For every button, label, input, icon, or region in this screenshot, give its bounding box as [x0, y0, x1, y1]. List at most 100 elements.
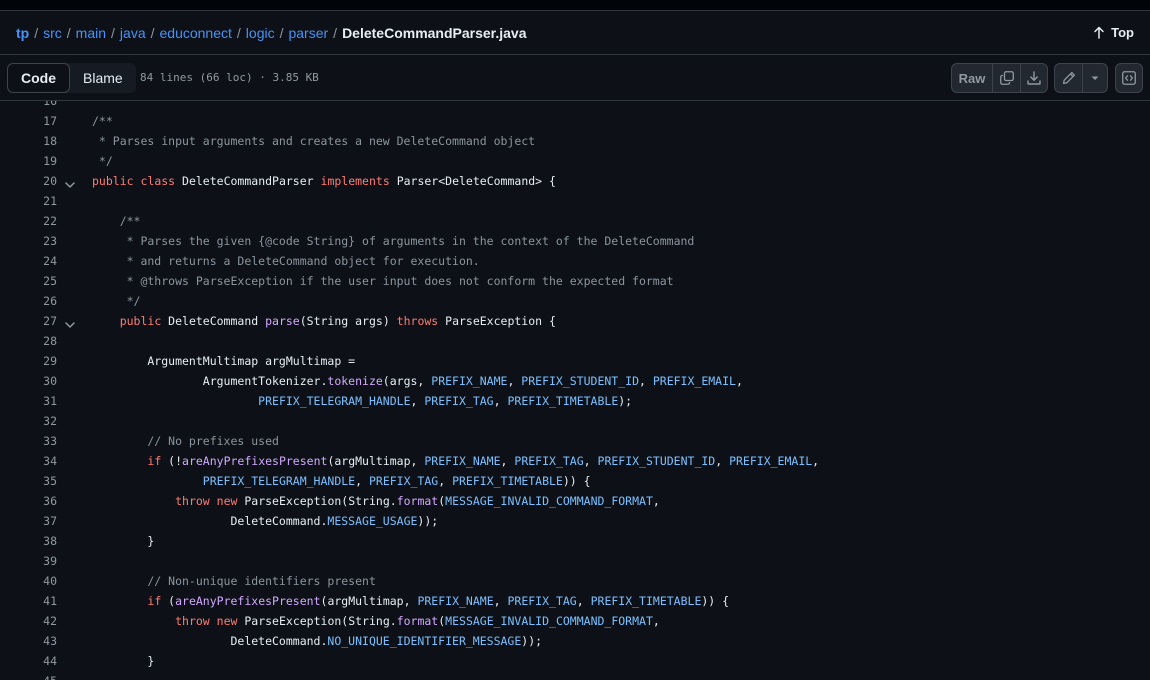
code-line: 39: [0, 551, 1150, 571]
edit-options-button[interactable]: [1082, 64, 1107, 92]
line-number[interactable]: 17: [0, 111, 57, 131]
breadcrumb-separator: /: [236, 25, 241, 41]
line-number[interactable]: 38: [0, 531, 57, 551]
line-number[interactable]: 20: [0, 171, 57, 191]
line-number[interactable]: 35: [0, 471, 57, 491]
code-text: // Non-unique identifiers present: [92, 574, 376, 588]
line-number[interactable]: 40: [0, 571, 57, 591]
code-line: 41 if (areAnyPrefixesPresent(argMultimap…: [0, 591, 1150, 611]
code-line: 29 ArgumentMultimap argMultimap =: [0, 351, 1150, 371]
line-number[interactable]: 42: [0, 611, 57, 631]
line-number[interactable]: 29: [0, 351, 57, 371]
breadcrumb-link-java[interactable]: java: [120, 25, 146, 41]
code-line: 16: [0, 101, 1150, 111]
line-number[interactable]: 34: [0, 451, 57, 471]
breadcrumb-link-repo[interactable]: tp: [16, 25, 29, 41]
breadcrumb-separator: /: [34, 25, 39, 41]
symbols-group: [1115, 63, 1143, 93]
top-button[interactable]: Top: [1093, 25, 1134, 40]
line-number[interactable]: 44: [0, 651, 57, 671]
line-number[interactable]: 26: [0, 291, 57, 311]
pencil-icon: [1062, 71, 1075, 85]
app-header-strip: [0, 0, 1150, 11]
code-line: 17 /**: [0, 111, 1150, 131]
code-line: 32: [0, 411, 1150, 431]
code-text: */: [92, 154, 113, 168]
code-text: */: [92, 294, 141, 308]
top-button-label: Top: [1111, 25, 1134, 40]
code-text: DeleteCommand.MESSAGE_USAGE));: [92, 514, 439, 528]
file-path-bar: tp / src / main / java / educonnect / logic / parser…: [0, 11, 1150, 55]
code-text: ArgumentMultimap argMultimap =: [92, 354, 356, 368]
code-line: 37 DeleteCommand.MESSAGE_USAGE));: [0, 511, 1150, 531]
line-number[interactable]: 23: [0, 231, 57, 251]
tab-code[interactable]: Code: [7, 63, 70, 93]
breadcrumb-link-parser[interactable]: parser: [288, 25, 328, 41]
code-text: * and returns a DeleteCommand object for…: [92, 254, 480, 268]
line-number[interactable]: 25: [0, 271, 57, 291]
code-text: /**: [92, 114, 113, 128]
raw-button[interactable]: Raw: [952, 64, 992, 92]
breadcrumb-separator: /: [279, 25, 284, 41]
code-text: // No prefixes used: [92, 434, 279, 448]
line-number[interactable]: 37: [0, 511, 57, 531]
view-switcher: Code Blame: [7, 63, 136, 93]
breadcrumb-link-educonnect[interactable]: educonnect: [160, 25, 232, 41]
line-number[interactable]: 36: [0, 491, 57, 511]
line-number[interactable]: 22: [0, 211, 57, 231]
breadcrumb-separator: /: [150, 25, 155, 41]
code-line: 23 * Parses the given {@code String} of …: [0, 231, 1150, 251]
code-line: 21: [0, 191, 1150, 211]
code-line: 30 ArgumentTokenizer.tokenize(args, PREF…: [0, 371, 1150, 391]
line-number[interactable]: 18: [0, 131, 57, 151]
code-line: 34 if (!areAnyPrefixesPresent(argMultima…: [0, 451, 1150, 471]
code-line: 31 PREFIX_TELEGRAM_HANDLE, PREFIX_TAG, P…: [0, 391, 1150, 411]
code-text: }: [92, 534, 155, 548]
breadcrumb-link-src[interactable]: src: [43, 25, 62, 41]
code-text: }: [92, 654, 155, 668]
breadcrumb-separator: /: [111, 25, 115, 41]
code-line: 19 */: [0, 151, 1150, 171]
line-number[interactable]: 45: [0, 671, 57, 680]
symbols-panel-button[interactable]: [1116, 64, 1142, 92]
line-number[interactable]: 16: [0, 101, 57, 111]
code-text: * Parses input arguments and creates a n…: [92, 134, 536, 148]
code-line: 36 throw new ParseException(String.forma…: [0, 491, 1150, 511]
file-toolbar: Code Blame 84 lines (66 loc) · 3.85 KB R…: [0, 56, 1150, 101]
code-text: * Parses the given {@code String} of arg…: [92, 234, 695, 248]
line-number[interactable]: 30: [0, 371, 57, 391]
line-number[interactable]: 27: [0, 311, 57, 331]
line-number[interactable]: 19: [0, 151, 57, 171]
line-number[interactable]: 43: [0, 631, 57, 651]
code-text: DeleteCommand.NO_UNIQUE_IDENTIFIER_MESSA…: [92, 634, 543, 648]
code-view[interactable]: 16 17 /** 18 * Parses input arguments and c…: [0, 101, 1150, 680]
code-line: 26 */: [0, 291, 1150, 311]
line-number[interactable]: 28: [0, 331, 57, 351]
code-text: PREFIX_TELEGRAM_HANDLE, PREFIX_TAG, PREF…: [258, 394, 633, 408]
code-text: ArgumentTokenizer.tokenize(args, PREFIX_…: [92, 374, 743, 388]
code-line: 44 }: [0, 651, 1150, 671]
code-text: if (areAnyPrefixesPresent(argMultimap, P…: [147, 594, 730, 608]
tab-blame[interactable]: Blame: [70, 63, 136, 93]
code-text: public DeleteCommand parse(String args) …: [119, 314, 556, 328]
breadcrumb-link-main[interactable]: main: [76, 25, 106, 41]
edit-group: [1054, 63, 1108, 93]
edit-file-button[interactable]: [1055, 64, 1082, 92]
copy-raw-button[interactable]: [992, 64, 1020, 92]
line-number[interactable]: 33: [0, 431, 57, 451]
breadcrumb-link-logic[interactable]: logic: [246, 25, 275, 41]
file-meta: 84 lines (66 loc) · 3.85 KB: [140, 71, 319, 84]
line-number[interactable]: 41: [0, 591, 57, 611]
line-number[interactable]: 39: [0, 551, 57, 571]
code-line: 24 * and returns a DeleteCommand object …: [0, 251, 1150, 271]
line-number[interactable]: 24: [0, 251, 57, 271]
line-number[interactable]: 21: [0, 191, 57, 211]
line-number[interactable]: 31: [0, 391, 57, 411]
code-line: 35 PREFIX_TELEGRAM_HANDLE, PREFIX_TAG, P…: [0, 471, 1150, 491]
download-icon: [1027, 71, 1041, 85]
line-number[interactable]: 32: [0, 411, 57, 431]
download-raw-button[interactable]: [1020, 64, 1047, 92]
code-line: 22 /**: [0, 211, 1150, 231]
breadcrumb: tp / src / main / java / educonnect / logic / parser…: [16, 25, 527, 41]
current-file-name: DeleteCommandParser.java: [342, 25, 527, 41]
